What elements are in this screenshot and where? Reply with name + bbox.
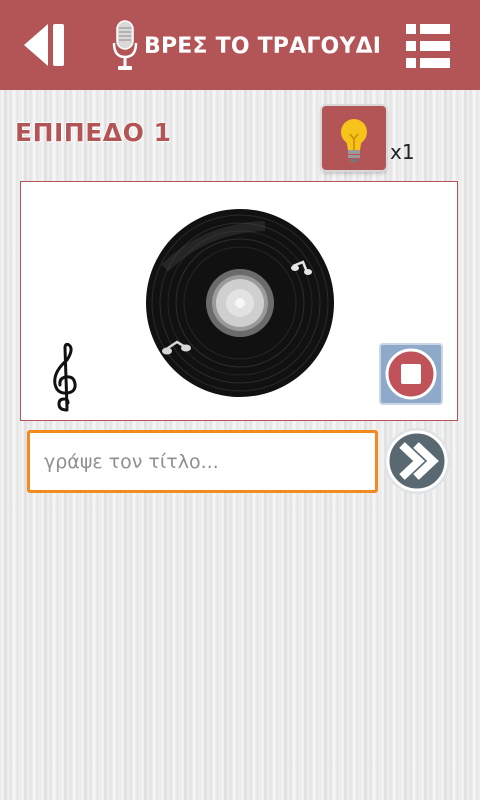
next-arrows-icon: [384, 428, 450, 494]
top-app-bar: ΒΡΕΣ ΤΟ ΤΡΑΓΟΥΔΙ: [0, 0, 480, 90]
level-label: ΕΠΙΠΕΔΟ 1: [15, 118, 172, 147]
song-player-panel: [20, 181, 458, 421]
vinyl-record-icon: [146, 209, 334, 397]
submit-answer-button[interactable]: [382, 426, 452, 496]
microphone-icon: [112, 20, 138, 70]
stop-icon: [379, 343, 443, 405]
list-menu-icon: [406, 24, 450, 68]
stop-button[interactable]: [379, 343, 443, 405]
back-icon: [24, 24, 64, 66]
hint-button[interactable]: [322, 106, 386, 170]
back-button[interactable]: [22, 22, 66, 68]
app-title: ΒΡΕΣ ΤΟ ΤΡΑΓΟΥΔΙ: [144, 33, 382, 59]
lightbulb-icon: [341, 119, 367, 162]
menu-button[interactable]: [404, 22, 452, 70]
song-title-input[interactable]: [27, 430, 378, 493]
treble-clef-icon: [53, 342, 77, 412]
hint-count: x1: [390, 140, 415, 164]
header-title-group: ΒΡΕΣ ΤΟ ΤΡΑΓΟΥΔΙ: [112, 18, 381, 74]
